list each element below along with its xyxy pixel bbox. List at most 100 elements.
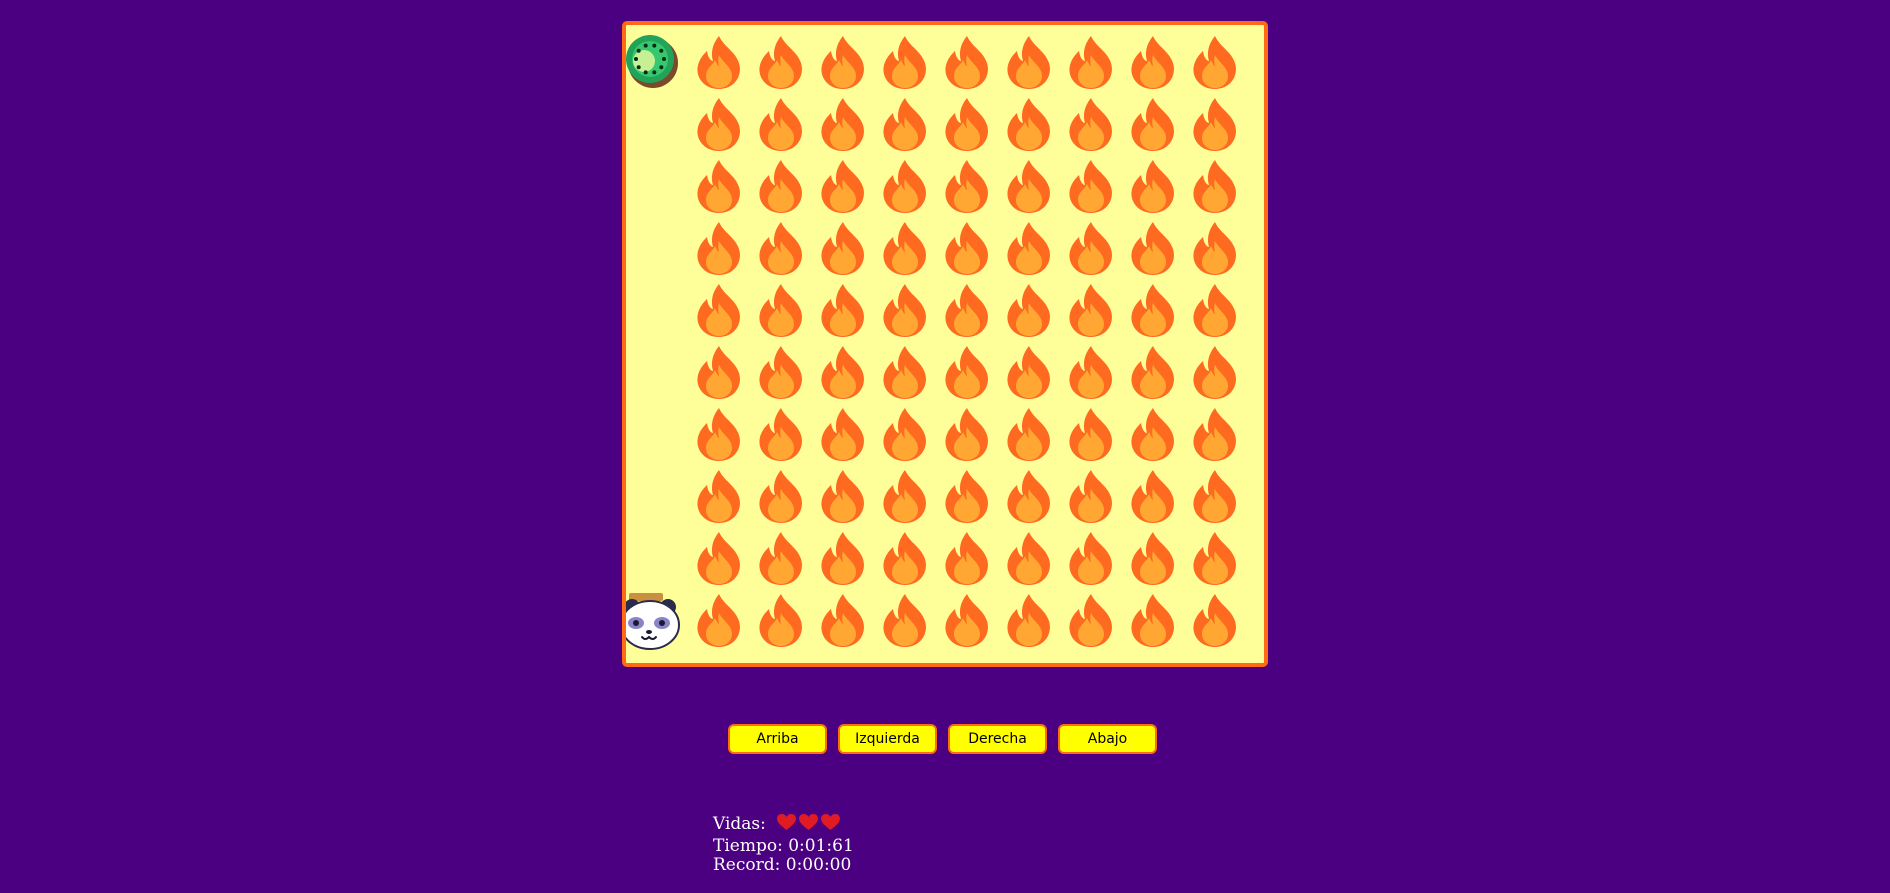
fire-icon-r9-c6 [1007, 594, 1050, 647]
fire-icon-r3-c3 [821, 222, 864, 275]
fire-icon-r9-c8 [1131, 594, 1174, 647]
fire-icon-r8-c3 [821, 532, 864, 585]
fire-icon-r0-c3 [821, 36, 864, 89]
fire-icon-r6-c2 [759, 408, 802, 461]
kiwi-icon [626, 35, 678, 88]
fire-icon-r5-c7 [1069, 346, 1112, 399]
time-value: 0:01:61 [788, 835, 854, 856]
fire-icon-r2-c8 [1131, 160, 1174, 213]
fire-icon-r4-c7 [1069, 284, 1112, 337]
fire-icon-r1-c7 [1069, 98, 1112, 151]
fire-icon-r1-c4 [883, 98, 926, 151]
game-status: Vidas: Tiempo: 0:01:61 Record: 0:00:00 [713, 814, 854, 876]
fire-icon-r9-c9 [1193, 594, 1236, 647]
fire-icon-r3-c6 [1007, 222, 1050, 275]
fire-icon-r6-c9 [1193, 408, 1236, 461]
fire-icon-r9-c2 [759, 594, 802, 647]
fire-icon-r8-c8 [1131, 532, 1174, 585]
time-row: Tiempo: 0:01:61 [713, 835, 854, 857]
fire-icon-r8-c7 [1069, 532, 1112, 585]
fire-icon-r5-c8 [1131, 346, 1174, 399]
fire-icon-r7-c7 [1069, 470, 1112, 523]
fire-icon-r5-c3 [821, 346, 864, 399]
fire-icon-r5-c9 [1193, 346, 1236, 399]
fire-icon-r4-c2 [759, 284, 802, 337]
fire-icon-r0-c1 [697, 36, 740, 89]
fire-icon-r2-c3 [821, 160, 864, 213]
fire-icon-r4-c3 [821, 284, 864, 337]
fire-icon-r7-c2 [759, 470, 802, 523]
down-button[interactable]: Abajo [1058, 724, 1157, 754]
fire-icon-r2-c6 [1007, 160, 1050, 213]
fire-icon-r0-c7 [1069, 36, 1112, 89]
fire-icon-r7-c3 [821, 470, 864, 523]
fire-icon-r9-c4 [883, 594, 926, 647]
lives-row: Vidas: [713, 814, 854, 837]
fire-icon-r2-c2 [759, 160, 802, 213]
fire-icon-r6-c5 [945, 408, 988, 461]
fire-icon-r8-c5 [945, 532, 988, 585]
fire-icon-r6-c4 [883, 408, 926, 461]
fire-icon-r9-c7 [1069, 594, 1112, 647]
fire-icon-r6-c1 [697, 408, 740, 461]
fire-icon-r7-c1 [697, 470, 740, 523]
fire-icon-r1-c1 [697, 98, 740, 151]
fire-icon-r3-c8 [1131, 222, 1174, 275]
game-board [622, 21, 1268, 667]
right-button[interactable]: Derecha [948, 724, 1047, 754]
fire-icon-r5-c1 [697, 346, 740, 399]
fire-icon-r3-c1 [697, 222, 740, 275]
fire-icon-r7-c8 [1131, 470, 1174, 523]
record-value: 0:00:00 [785, 855, 852, 875]
time-label: Tiempo: [713, 835, 783, 856]
heart-icon [799, 814, 819, 831]
fire-icon-r5-c4 [883, 346, 926, 399]
fire-icon-r3-c5 [945, 222, 988, 275]
fire-icon-r6-c3 [821, 408, 864, 461]
fire-icon-r7-c5 [945, 470, 988, 523]
fire-icon-r8-c9 [1193, 532, 1236, 585]
fire-icon-r5-c2 [759, 346, 802, 399]
fire-icon-r0-c2 [759, 36, 802, 89]
fire-icon-r1-c2 [759, 98, 802, 151]
fire-icon-r0-c5 [945, 36, 988, 89]
lives-hearts [777, 814, 843, 837]
heart-icon [821, 814, 841, 831]
fire-icon-r4-c6 [1007, 284, 1050, 337]
fire-icon-r9-c1 [697, 594, 740, 647]
fire-icon-r2-c5 [945, 160, 988, 213]
fire-icon-r4-c5 [945, 284, 988, 337]
fire-icon-r2-c1 [697, 160, 740, 213]
fire-icon-r6-c8 [1131, 408, 1174, 461]
fire-icon-r6-c7 [1069, 408, 1112, 461]
fire-icon-r3-c2 [759, 222, 802, 275]
fire-icon-r5-c6 [1007, 346, 1050, 399]
fire-icon-r1-c6 [1007, 98, 1050, 151]
fire-icon-r7-c6 [1007, 470, 1050, 523]
fire-icon-r7-c9 [1193, 470, 1236, 523]
up-button[interactable]: Arriba [728, 724, 827, 754]
fire-icon-r8-c1 [697, 532, 740, 585]
heart-icon [777, 814, 797, 831]
fire-icon-r2-c4 [883, 160, 926, 213]
fire-icon-r8-c6 [1007, 532, 1050, 585]
fire-icon-r8-c2 [759, 532, 802, 585]
fire-icon-r2-c7 [1069, 160, 1112, 213]
fire-icon-r6-c6 [1007, 408, 1050, 461]
fire-icon-r1-c8 [1131, 98, 1174, 151]
fire-icon-r3-c7 [1069, 222, 1112, 275]
fire-icon-r9-c5 [945, 594, 988, 647]
movement-controls: Arriba Izquierda Derecha Abajo [728, 724, 1157, 754]
fire-icon-r9-c3 [821, 594, 864, 647]
fire-icon-r0-c4 [883, 36, 926, 89]
record-label: Record: [713, 855, 781, 875]
record-row: Record: 0:00:00 [713, 855, 854, 876]
left-button[interactable]: Izquierda [838, 724, 937, 754]
fire-icon-r4-c4 [883, 284, 926, 337]
lives-label: Vidas: [713, 814, 766, 834]
panda-icon [626, 593, 680, 650]
fire-icon-r1-c5 [945, 98, 988, 151]
fire-icon-r4-c8 [1131, 284, 1174, 337]
fire-icon-r5-c5 [945, 346, 988, 399]
fire-icon-r0-c6 [1007, 36, 1050, 89]
